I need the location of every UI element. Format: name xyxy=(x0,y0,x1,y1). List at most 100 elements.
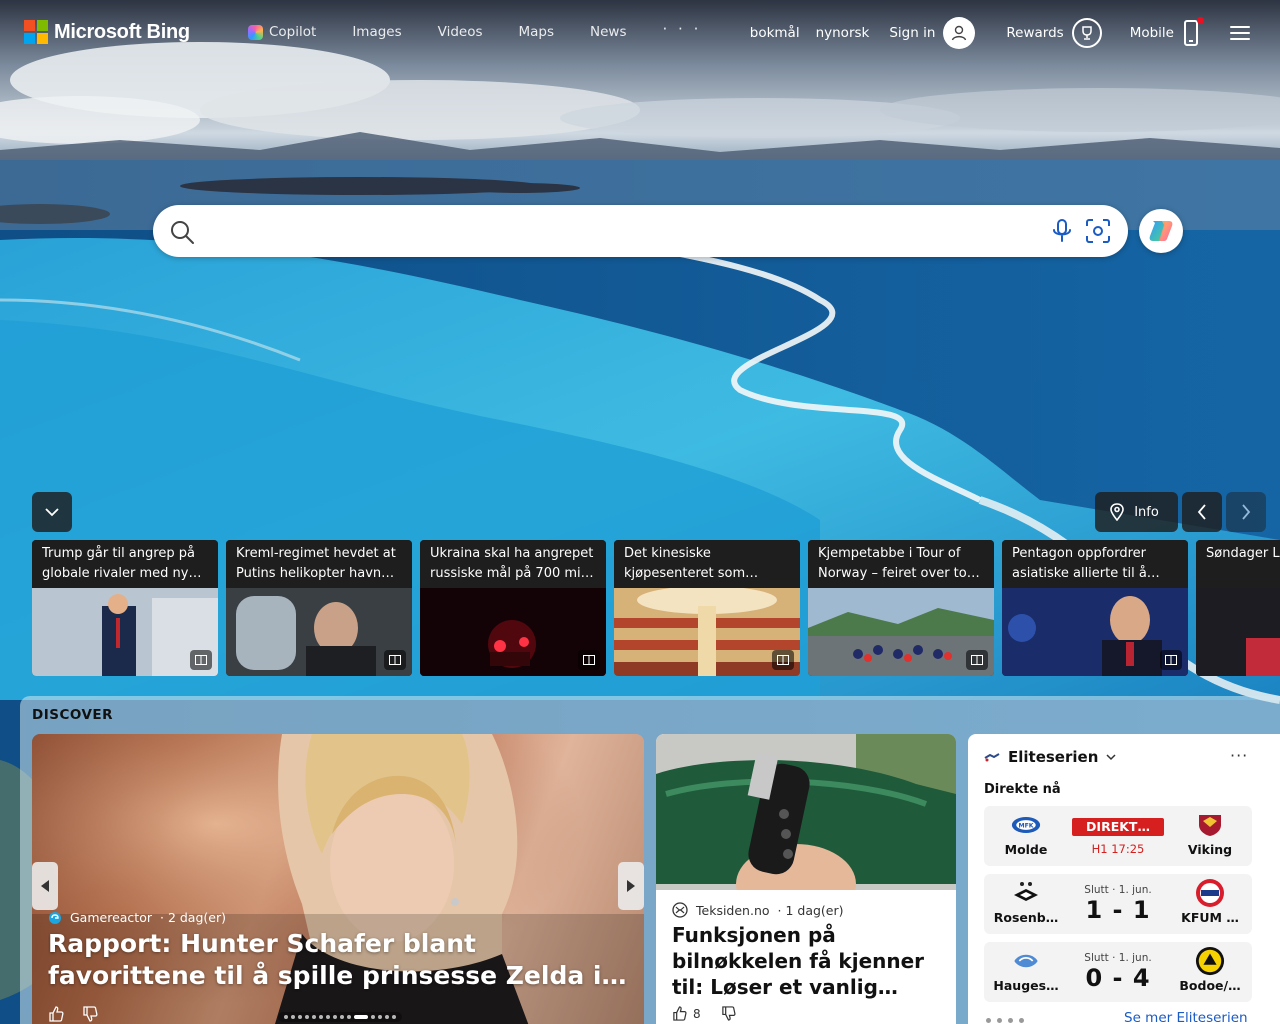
info-label: Info xyxy=(1134,504,1159,520)
chevron-down-icon xyxy=(1106,753,1116,760)
hamburger-menu-icon[interactable] xyxy=(1230,26,1250,40)
image-info-button[interactable]: Info xyxy=(1095,492,1178,532)
nav-images[interactable]: Images xyxy=(352,24,401,40)
lang-nynorsk-link[interactable]: nynorsk xyxy=(816,25,870,41)
lang-bokmal-link[interactable]: bokmål xyxy=(750,25,800,41)
hero-title[interactable]: Rapport: Hunter Schafer blant favoritten… xyxy=(48,928,632,992)
nav-videos[interactable]: Videos xyxy=(438,24,483,40)
news-title: Pentagon oppfordrer asiatiske allierte t… xyxy=(1012,546,1160,581)
rewards-button[interactable]: Rewards xyxy=(1006,18,1102,48)
thumbs-down-icon[interactable] xyxy=(721,1006,736,1021)
league-logo-icon xyxy=(984,753,1000,762)
news-thumbnail xyxy=(1196,588,1280,676)
search-input[interactable] xyxy=(205,215,1025,247)
news-title: Kreml-regimet hevdet at Putins helikopte… xyxy=(236,546,396,581)
read-mode-icon xyxy=(966,650,988,670)
read-mode-icon xyxy=(384,650,406,670)
source-age: · 1 dag(er) xyxy=(777,902,844,918)
nav-copilot-label: Copilot xyxy=(269,24,317,40)
mobile-button[interactable]: Mobile xyxy=(1129,17,1204,46)
home-team-name: Hauges… xyxy=(993,978,1059,993)
match-status: Slutt · 1. jun. xyxy=(1084,884,1152,896)
card2-actions: 8 xyxy=(672,1006,736,1021)
match-clock: H1 17:25 xyxy=(1091,842,1145,856)
sports-widget: Eliteserien ··· Direkte nå MFK Molde DIR… xyxy=(968,734,1280,1024)
nav-copilot[interactable]: Copilot xyxy=(248,24,316,40)
source-name: Teksiden.no xyxy=(696,902,770,918)
nav-news[interactable]: News xyxy=(590,24,626,40)
avatar-icon xyxy=(943,17,976,49)
location-pin-icon xyxy=(1110,503,1124,521)
match-score: 0 - 4 xyxy=(1085,964,1151,992)
read-mode-icon xyxy=(578,650,600,670)
news-card[interactable]: Trump går til angrep på globale rivaler … xyxy=(32,540,218,676)
nav-maps[interactable]: Maps xyxy=(519,24,555,40)
news-title: Søndager League-ry… xyxy=(1206,546,1280,561)
card2-title[interactable]: Funksjonen på bilnøkkelen få kjenner til… xyxy=(672,922,944,1000)
collapse-button[interactable] xyxy=(32,492,72,532)
news-card[interactable]: Ukraina skal ha angrepet russiske mål på… xyxy=(420,540,606,676)
discover-heading: DISCOVER xyxy=(32,707,114,723)
source-age: · 2 dag(er) xyxy=(160,910,226,925)
visual-search-icon[interactable] xyxy=(1085,218,1111,244)
away-team-name: Viking xyxy=(1187,842,1233,857)
league-name: Eliteserien xyxy=(1008,748,1099,766)
rosenborg-crest-icon xyxy=(1011,880,1041,906)
hero-news-card[interactable]: Gamereactor · 2 dag(er) Rapport: Hunter … xyxy=(32,734,644,1024)
sports-pagination xyxy=(986,1018,1024,1023)
news-title: Trump går til angrep på globale rivaler … xyxy=(42,546,202,581)
microsoft-logo-icon xyxy=(24,20,48,44)
previous-image-button[interactable] xyxy=(1182,492,1222,532)
like-count: 8 xyxy=(693,1006,701,1021)
see-more-eliteserien-link[interactable]: Se mer Eliteserien xyxy=(1124,1010,1248,1024)
trophy-icon xyxy=(1071,18,1102,48)
search-icon[interactable] xyxy=(169,219,195,245)
sign-in-label: Sign in xyxy=(889,25,936,41)
caret-right-icon xyxy=(627,880,635,892)
news-title: Det kinesiske kjøpesenteret som… xyxy=(624,546,759,581)
match-status: Slutt · 1. jun. xyxy=(1084,952,1152,964)
news-card[interactable]: Kjempetabbe i Tour of Norway – feiret ov… xyxy=(808,540,994,676)
top-bar: Microsoft Bing Copilot Images Videos Map… xyxy=(0,0,1280,66)
hero-next-button[interactable] xyxy=(618,862,644,910)
source-name: Gamereactor xyxy=(70,910,152,925)
source-logo-icon xyxy=(672,902,688,918)
mobile-label: Mobile xyxy=(1129,25,1174,41)
kfum-crest-icon xyxy=(1195,879,1225,907)
news-card-2[interactable]: Teksiden.no · 1 dag(er) Funksjonen på bi… xyxy=(656,734,956,1024)
card2-image xyxy=(656,734,956,890)
news-title: Kjempetabbe i Tour of Norway – feiret ov… xyxy=(818,546,980,581)
news-card[interactable]: Søndager League-ry… xyxy=(1196,540,1280,676)
svg-text:MFK: MFK xyxy=(1018,823,1033,830)
match-row[interactable]: Rosenb… Slutt · 1. jun. 1 - 1 KFUM … xyxy=(984,874,1252,934)
copilot-icon xyxy=(1149,221,1173,241)
match-row[interactable]: Hauges… Slutt · 1. jun. 0 - 4 Bodoe/… xyxy=(984,942,1252,1002)
more-options-icon[interactable]: ··· xyxy=(1230,746,1248,765)
next-image-button[interactable] xyxy=(1226,492,1266,532)
nav-more-button[interactable]: · · · xyxy=(663,20,702,38)
thumbs-up-icon[interactable] xyxy=(672,1006,687,1021)
source-logo-icon xyxy=(49,911,61,924)
away-team-name: KFUM … xyxy=(1181,910,1239,925)
copilot-button[interactable] xyxy=(1139,209,1183,253)
thumbs-down-icon[interactable] xyxy=(82,1006,98,1022)
chevron-right-icon xyxy=(1242,504,1251,520)
microphone-icon[interactable] xyxy=(1051,218,1073,244)
thumbs-up-icon[interactable] xyxy=(48,1006,64,1022)
sign-in-button[interactable]: Sign in xyxy=(889,17,976,49)
hero-source: Gamereactor · 2 dag(er) xyxy=(48,910,226,925)
news-card[interactable]: Pentagon oppfordrer asiatiske allierte t… xyxy=(1002,540,1188,676)
read-mode-icon xyxy=(772,650,794,670)
news-card[interactable]: Kreml-regimet hevdet at Putins helikopte… xyxy=(226,540,412,676)
home-team-name: Rosenb… xyxy=(993,910,1059,925)
league-selector[interactable]: Eliteserien xyxy=(984,748,1116,766)
notification-dot xyxy=(1197,17,1204,24)
bing-logo[interactable]: Microsoft Bing xyxy=(24,20,190,44)
hero-prev-button[interactable] xyxy=(32,862,58,910)
news-card[interactable]: Det kinesiske kjøpesenteret som… xyxy=(614,540,800,676)
away-team-name: Bodoe/… xyxy=(1179,978,1241,993)
match-row[interactable]: MFK Molde DIREKT… H1 17:25 Viking xyxy=(984,806,1252,866)
copilot-icon xyxy=(248,24,263,40)
read-mode-icon xyxy=(190,650,212,670)
bodo-glimt-crest-icon xyxy=(1195,946,1225,976)
